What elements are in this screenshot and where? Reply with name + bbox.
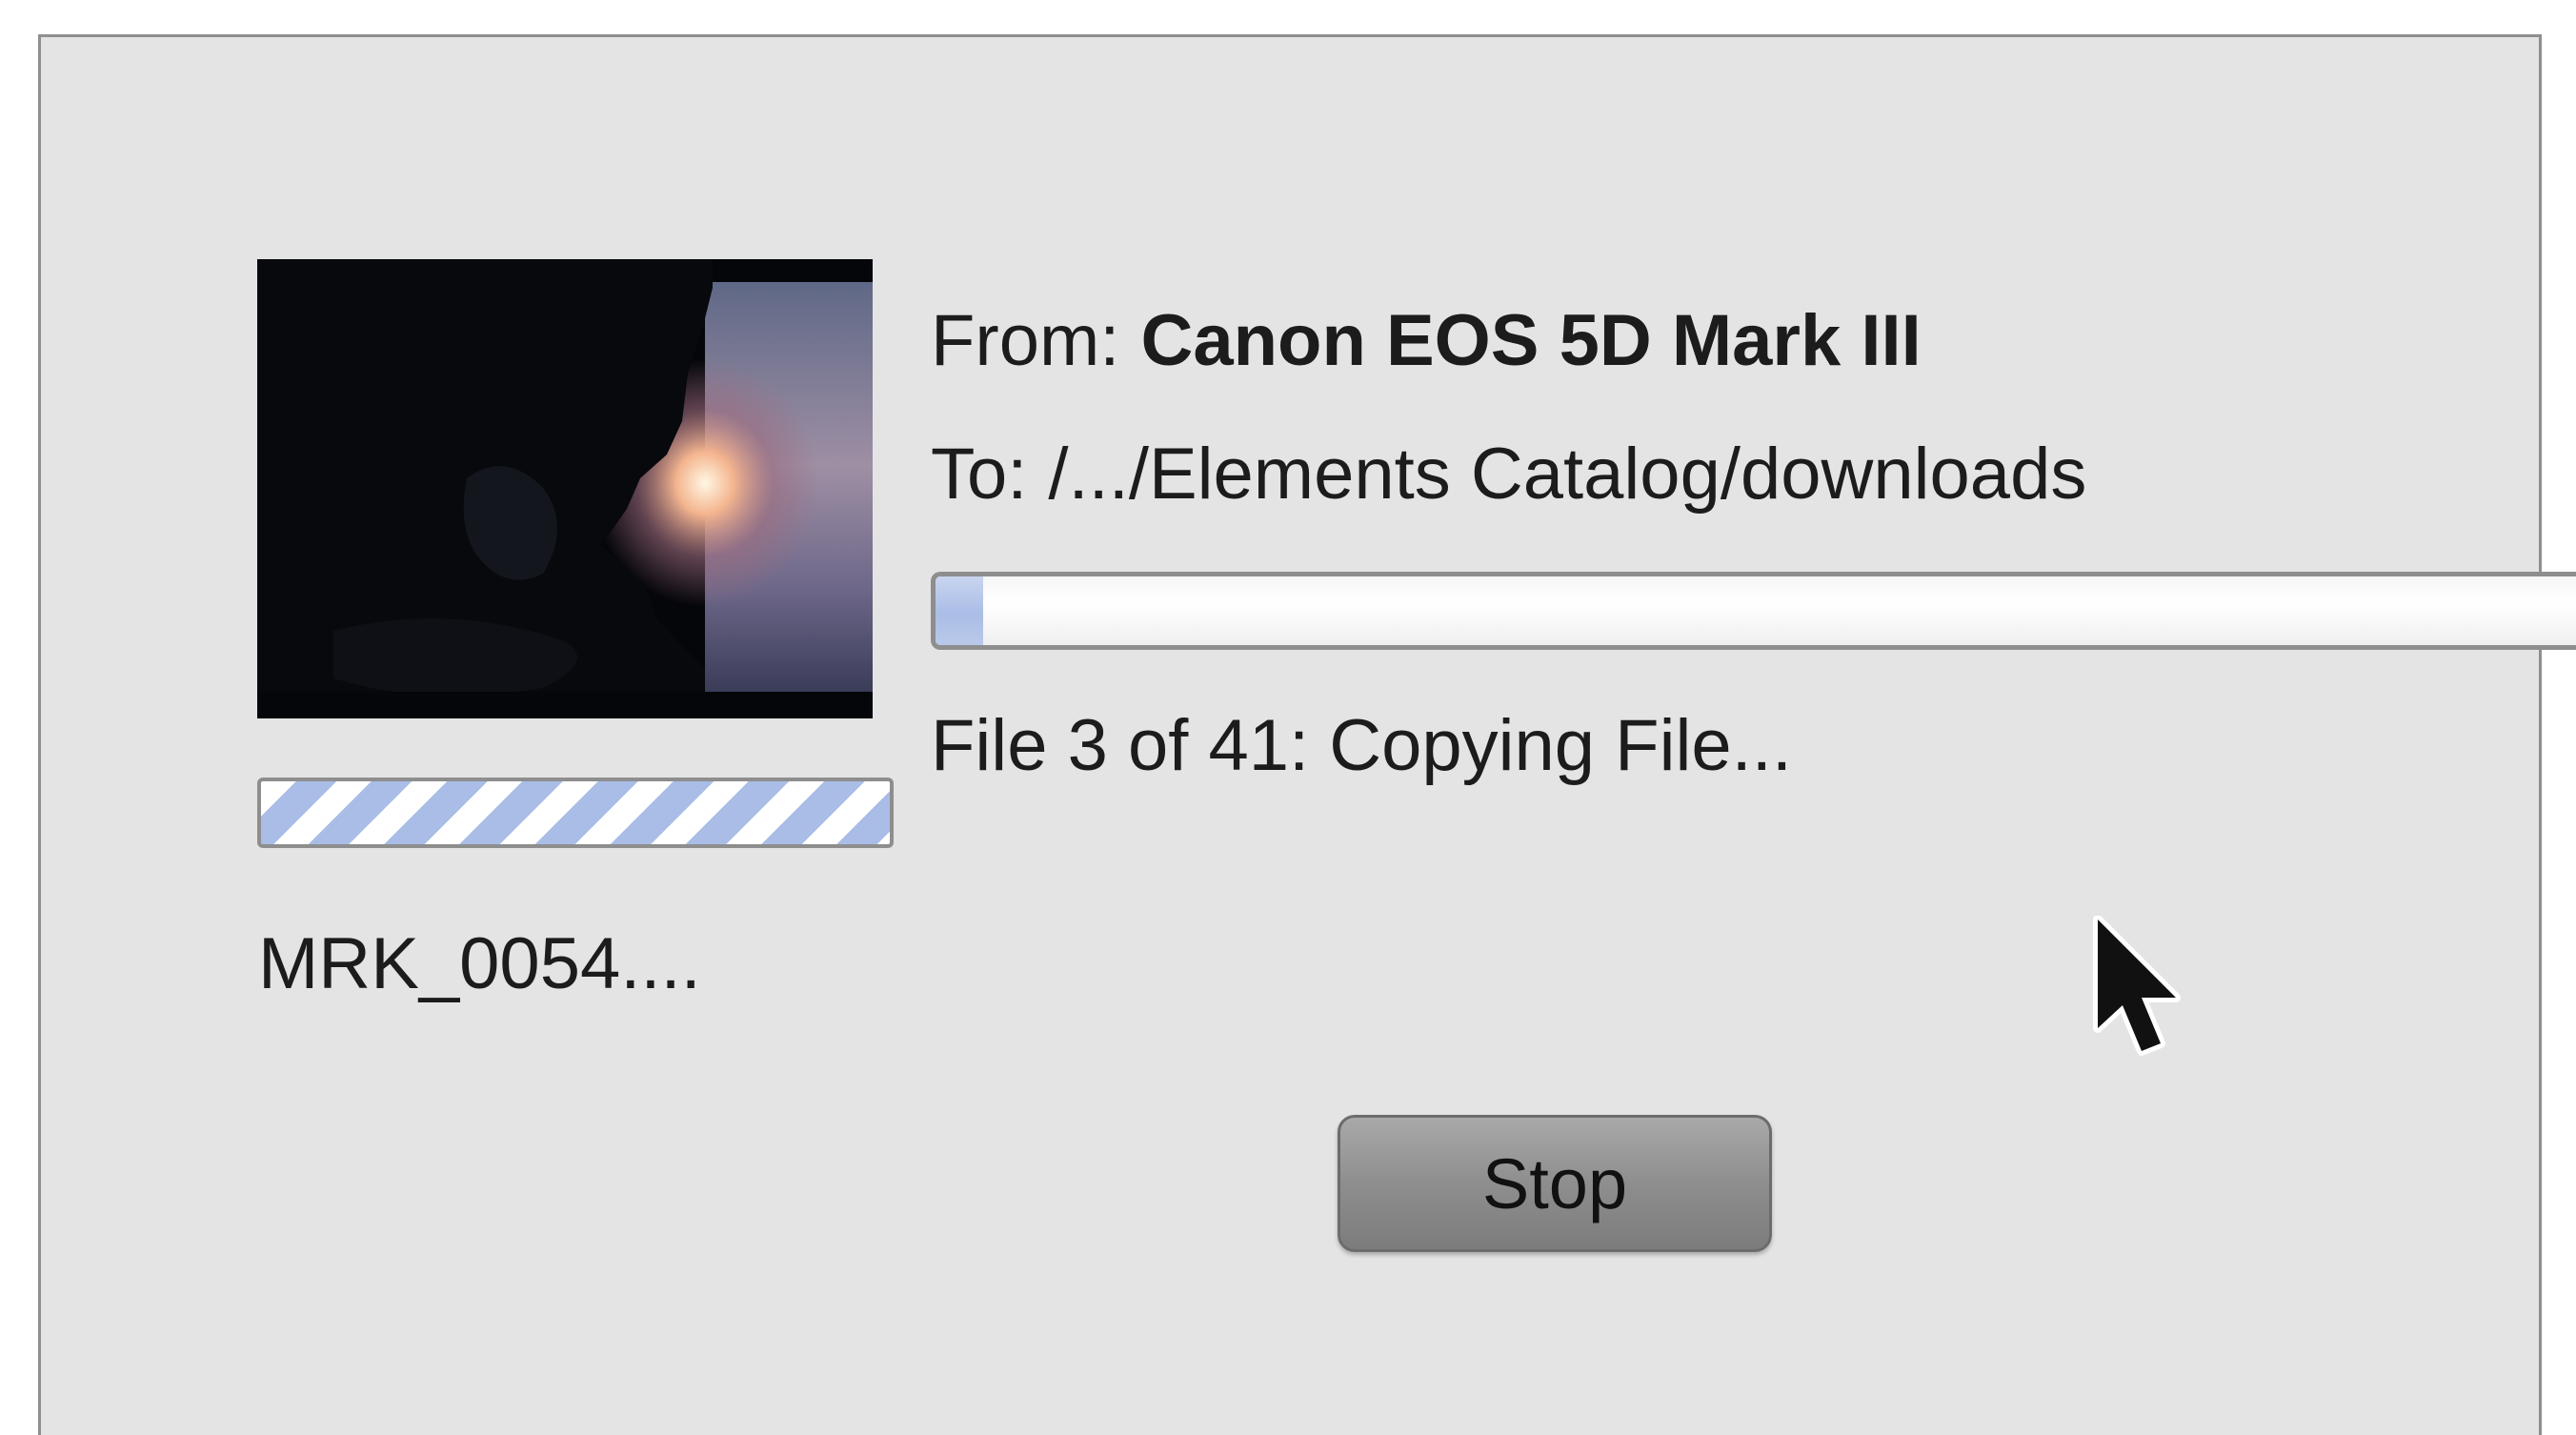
source-device: Canon EOS 5D Mark III [1140, 300, 1922, 381]
arrow-pointer-icon [2093, 916, 2181, 1056]
to-label: To: [931, 434, 1028, 515]
overall-progress-fill [936, 576, 984, 645]
overall-progress-bar [931, 572, 2576, 650]
destination-path: /.../Elements Catalog/downloads [1048, 434, 2087, 515]
destination-line: To:/.../Elements Catalog/downloads [931, 438, 2086, 511]
source-line: From: Canon EOS 5D Mark III [931, 305, 1922, 377]
import-dialog: MRK_0054.... From: Canon EOS 5D Mark III … [38, 34, 2576, 1435]
stop-button[interactable]: Stop [1338, 1115, 1772, 1252]
file-progress-bar [257, 778, 894, 848]
status-text: File 3 of 41: Copying File... [931, 705, 1792, 786]
photo-thumbnail [257, 259, 873, 718]
current-file-name: MRK_0054.... [258, 923, 701, 1004]
from-label: From: [931, 300, 1120, 381]
